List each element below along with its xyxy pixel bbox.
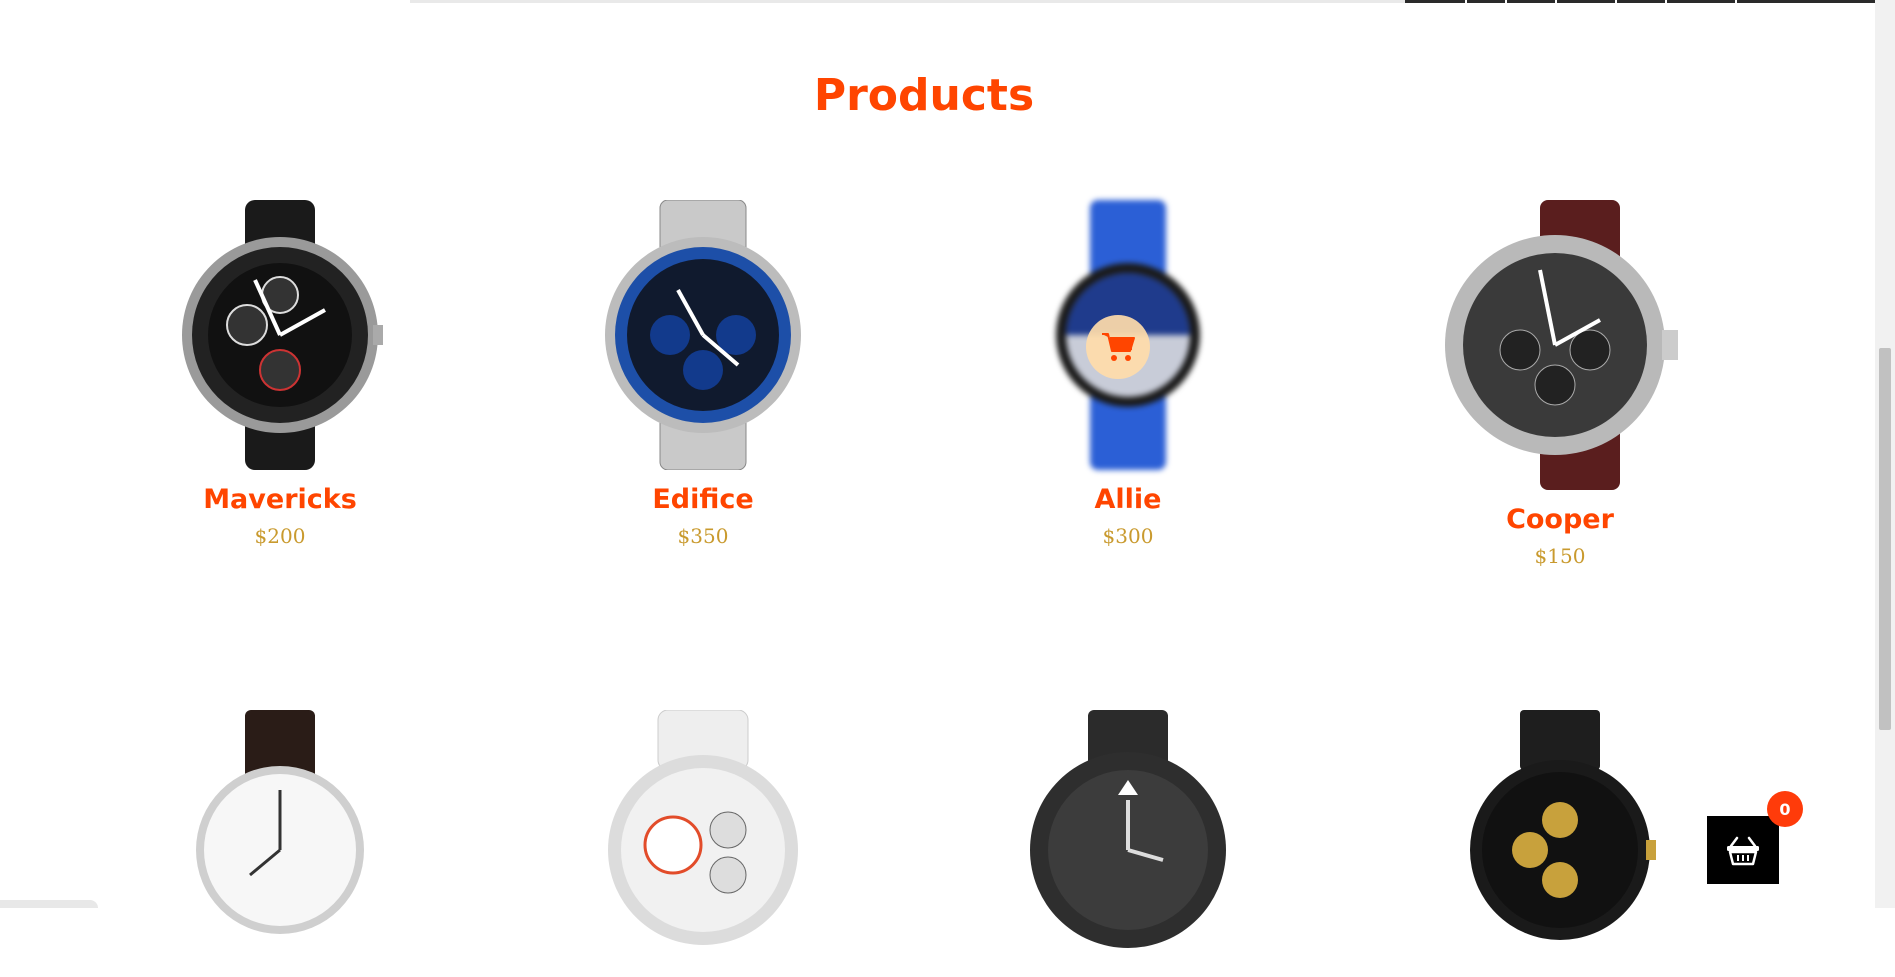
product-image[interactable]	[1018, 695, 1238, 965]
watch-image	[605, 200, 801, 470]
product-price: $300	[1102, 524, 1154, 548]
product-card[interactable]: Mavericks $200	[70, 200, 490, 548]
product-image[interactable]	[1440, 200, 1680, 490]
add-to-cart-button[interactable]	[1086, 315, 1150, 379]
product-card[interactable]	[918, 695, 1338, 977]
product-card[interactable]	[493, 695, 913, 977]
cart-button[interactable]	[1707, 816, 1779, 884]
product-card[interactable]: Cooper $150	[1350, 200, 1770, 568]
product-image[interactable]	[170, 200, 390, 470]
product-image[interactable]	[593, 695, 813, 965]
previous-section-edge	[0, 0, 1875, 4]
product-image[interactable]	[593, 200, 813, 470]
watch-image	[1030, 710, 1226, 948]
product-price: $350	[677, 524, 729, 548]
product-card[interactable]: Allie $300	[918, 200, 1338, 548]
product-image[interactable]	[1450, 695, 1670, 965]
product-name[interactable]: Mavericks	[70, 482, 490, 518]
product-card[interactable]: Edifice $350	[493, 200, 913, 548]
divider	[410, 0, 1410, 3]
chat-widget-tab[interactable]	[0, 900, 98, 908]
product-price: $150	[1534, 544, 1586, 568]
product-card[interactable]	[70, 695, 490, 977]
section-title: Products	[813, 70, 1035, 121]
product-image[interactable]	[170, 695, 390, 965]
gallery-strip	[1405, 0, 1875, 3]
product-image[interactable]	[1018, 200, 1238, 470]
product-name[interactable]: Cooper	[1350, 502, 1770, 538]
product-name[interactable]: Edifice	[493, 482, 913, 518]
product-price: $200	[254, 524, 306, 548]
watch-image	[608, 710, 798, 945]
cart-count-badge: 0	[1767, 791, 1803, 827]
scrollbar-thumb[interactable]	[1879, 348, 1891, 730]
cart-icon	[1102, 333, 1135, 361]
watch-image	[1445, 200, 1678, 490]
watch-image	[182, 200, 383, 470]
watch-image	[1470, 710, 1656, 940]
basket-icon	[1727, 836, 1759, 866]
watch-image	[196, 710, 364, 934]
scrollbar[interactable]	[1875, 0, 1895, 908]
product-name[interactable]: Allie	[918, 482, 1338, 518]
